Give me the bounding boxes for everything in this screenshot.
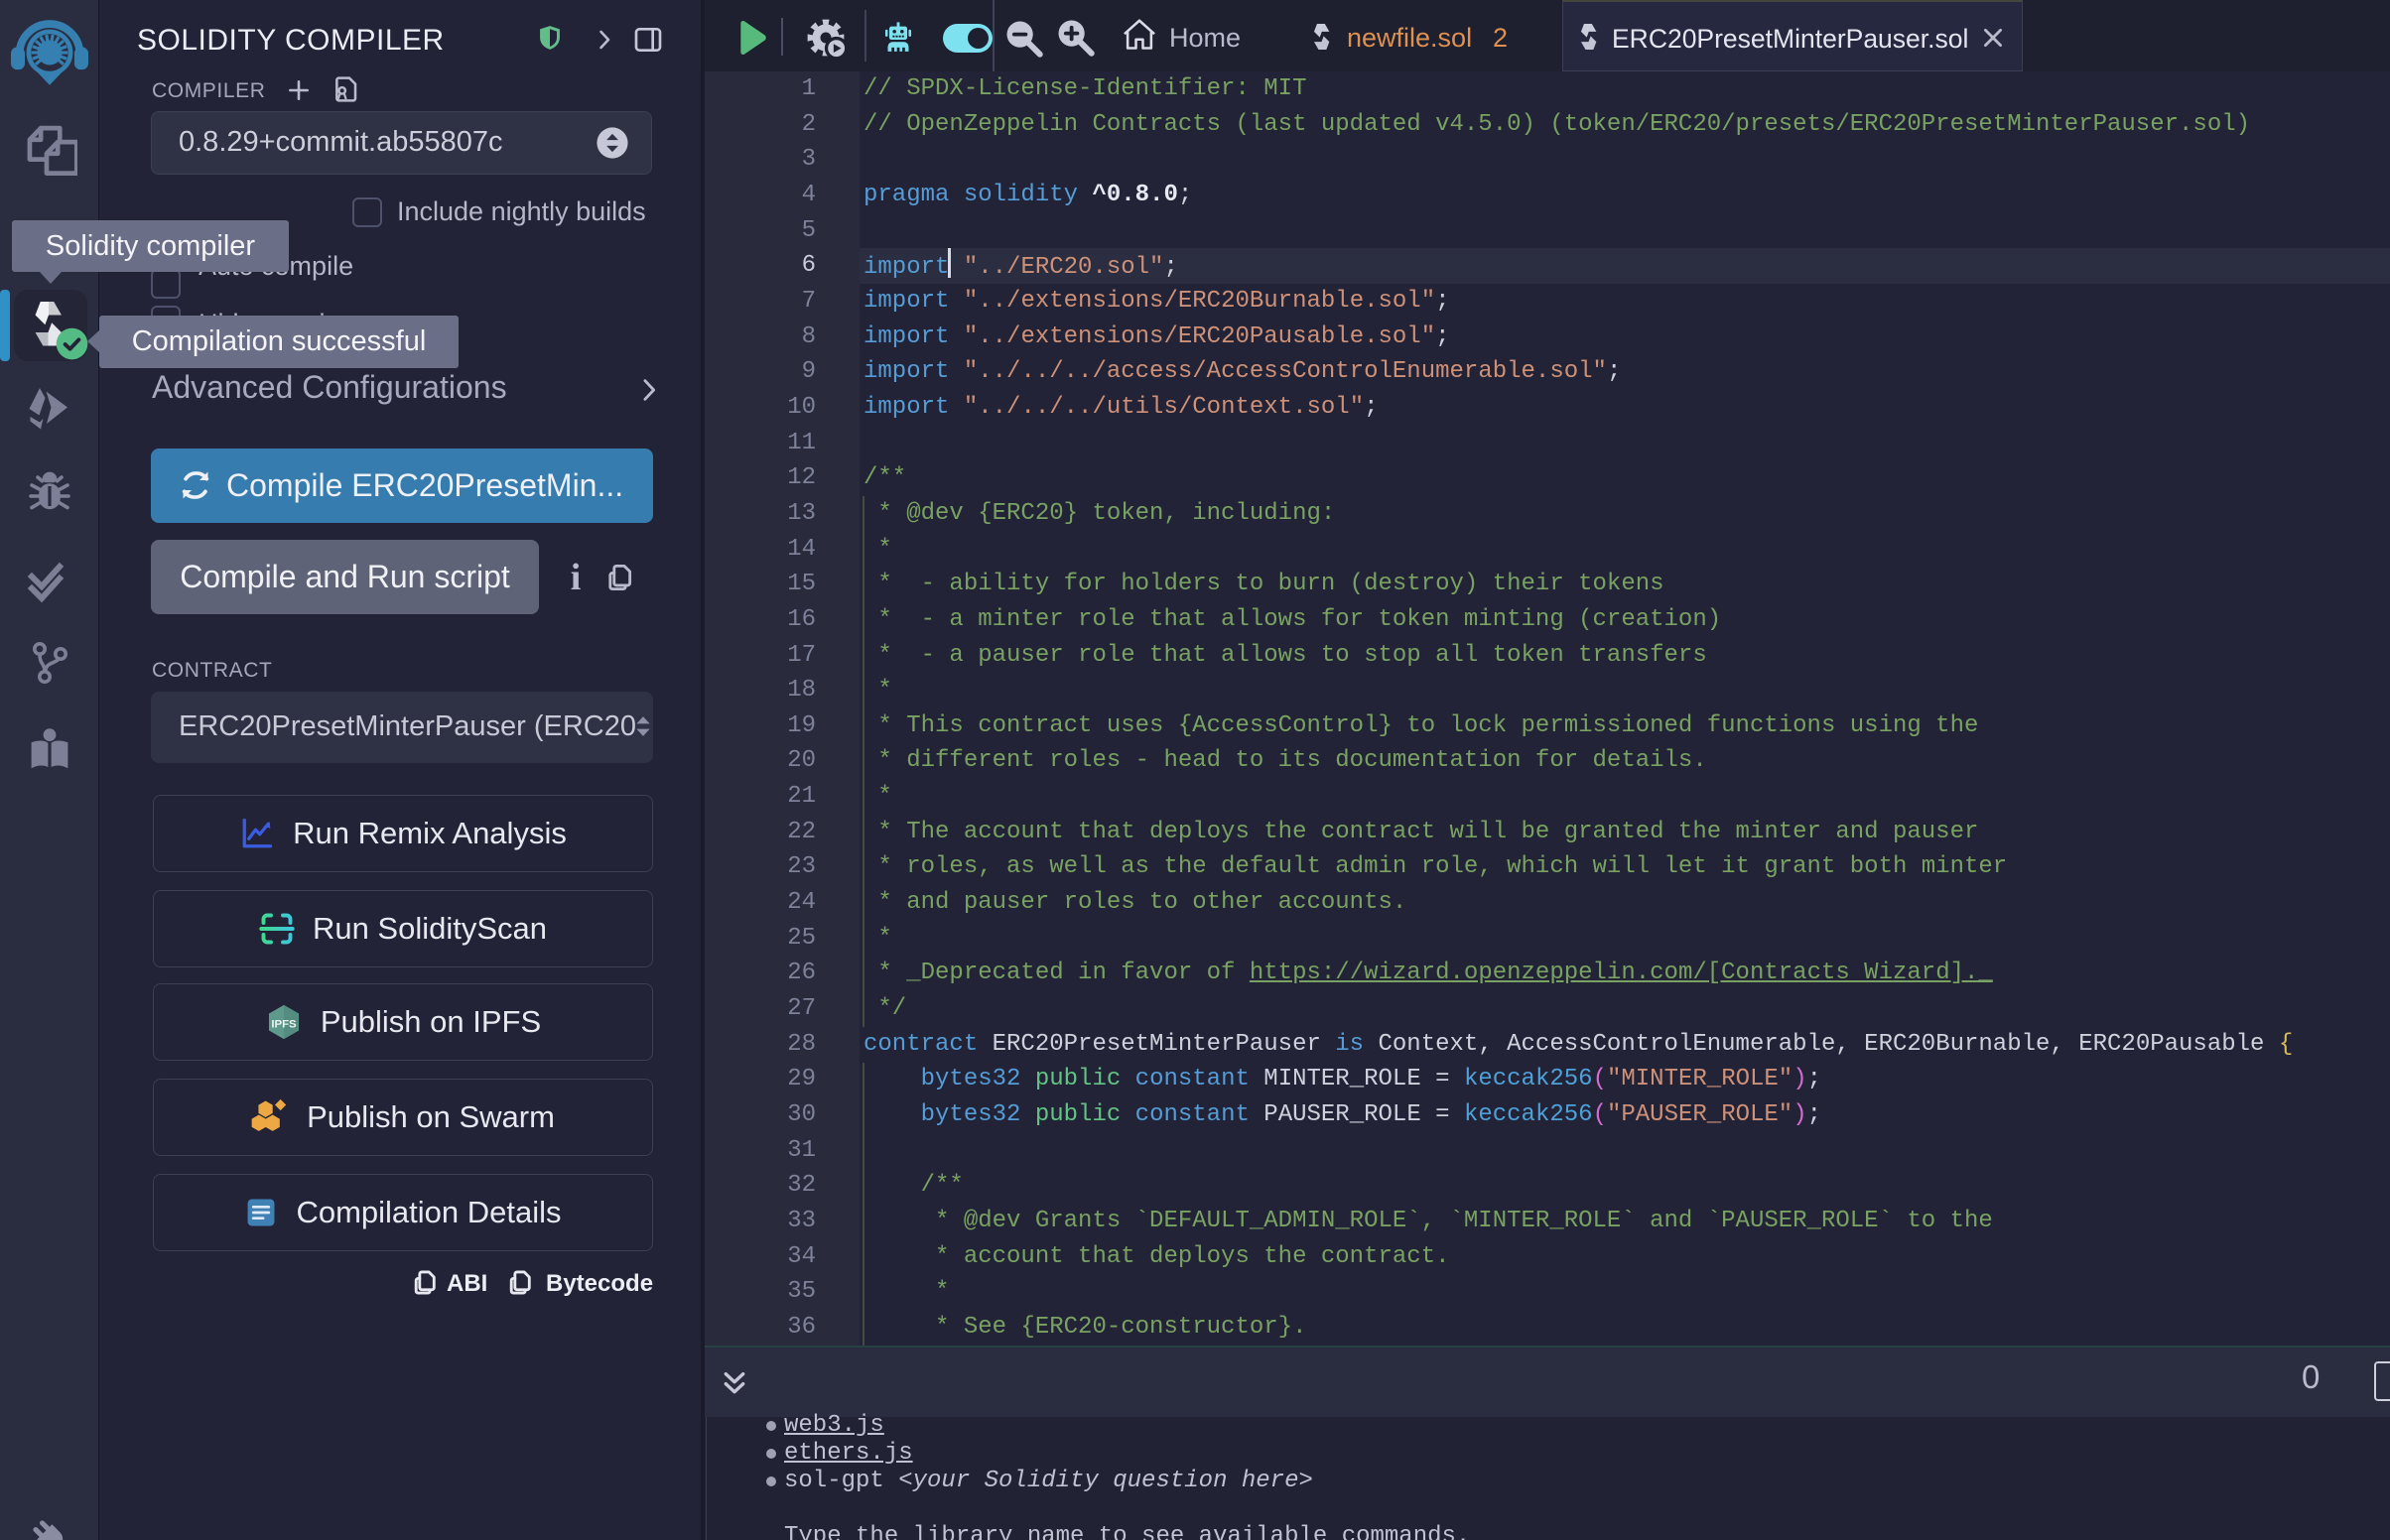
svg-text:IPFS: IPFS	[271, 1018, 297, 1030]
